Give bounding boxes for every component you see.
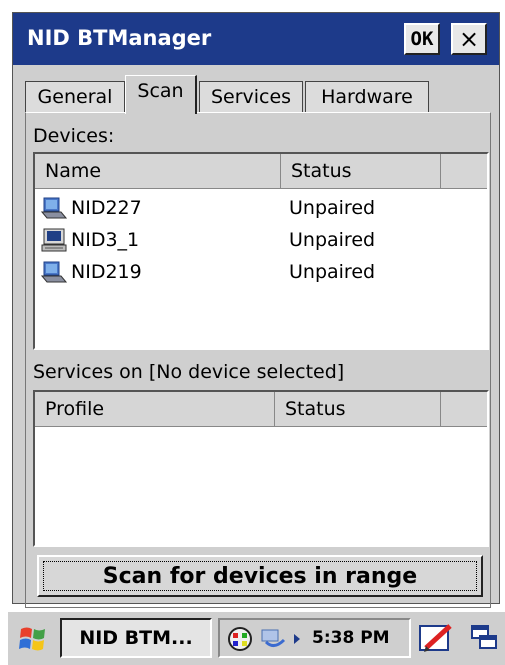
show-desktop-icon[interactable] — [470, 622, 500, 654]
close-button[interactable]: × — [451, 23, 487, 55]
network-connection-icon[interactable] — [260, 626, 304, 652]
device-name: NID219 — [71, 261, 142, 283]
scan-devices-button[interactable]: Scan for devices in range — [37, 555, 483, 597]
tab-scan[interactable]: Scan — [125, 75, 197, 114]
taskbar: NID BTM... 5:38 PM — [8, 610, 505, 665]
column-header-status[interactable]: Status — [281, 154, 441, 188]
device-name: NID227 — [71, 197, 142, 219]
device-row[interactable]: NID219 Unpaired — [35, 256, 487, 288]
desktop-computer-icon — [41, 228, 67, 252]
column-header-status[interactable]: Status — [275, 392, 441, 426]
ok-button[interactable]: OK — [404, 23, 440, 55]
devices-list-header: Name Status — [35, 154, 487, 189]
services-list[interactable]: Profile Status — [33, 390, 489, 547]
windows-flag-icon[interactable] — [18, 624, 48, 654]
devices-label: Devices: — [33, 125, 115, 147]
taskbar-app-button[interactable]: NID BTM... — [60, 618, 212, 658]
column-header-blank — [441, 392, 487, 426]
tab-hardware[interactable]: Hardware — [305, 81, 429, 113]
services-label: Services on [No device selected] — [33, 361, 345, 383]
clock[interactable]: 5:38 PM — [312, 620, 390, 656]
services-list-header: Profile Status — [35, 392, 487, 427]
device-status: Unpaired — [289, 229, 376, 251]
column-header-blank — [441, 154, 487, 188]
column-header-name[interactable]: Name — [35, 154, 281, 188]
system-tray: 5:38 PM — [218, 618, 411, 658]
window-title: NID BTManager — [27, 26, 212, 50]
device-status: Unpaired — [289, 261, 376, 283]
title-bar: NID BTManager OK × — [13, 13, 499, 65]
devices-list[interactable]: Name Status NID227 Unpaired NID3_1 Unpai… — [33, 152, 489, 350]
input-panel-icon[interactable] — [226, 626, 254, 652]
notepad-pen-icon[interactable] — [418, 622, 454, 654]
app-window: NID BTManager OK × General Scan Services… — [12, 12, 500, 608]
tab-general[interactable]: General — [25, 81, 125, 113]
laptop-icon — [41, 197, 67, 219]
device-status: Unpaired — [289, 197, 376, 219]
tab-services[interactable]: Services — [199, 81, 303, 113]
column-header-profile[interactable]: Profile — [35, 392, 275, 426]
device-row[interactable]: NID3_1 Unpaired — [35, 224, 487, 256]
device-row[interactable]: NID227 Unpaired — [35, 192, 487, 224]
device-name: NID3_1 — [71, 229, 140, 251]
laptop-icon — [41, 261, 67, 283]
